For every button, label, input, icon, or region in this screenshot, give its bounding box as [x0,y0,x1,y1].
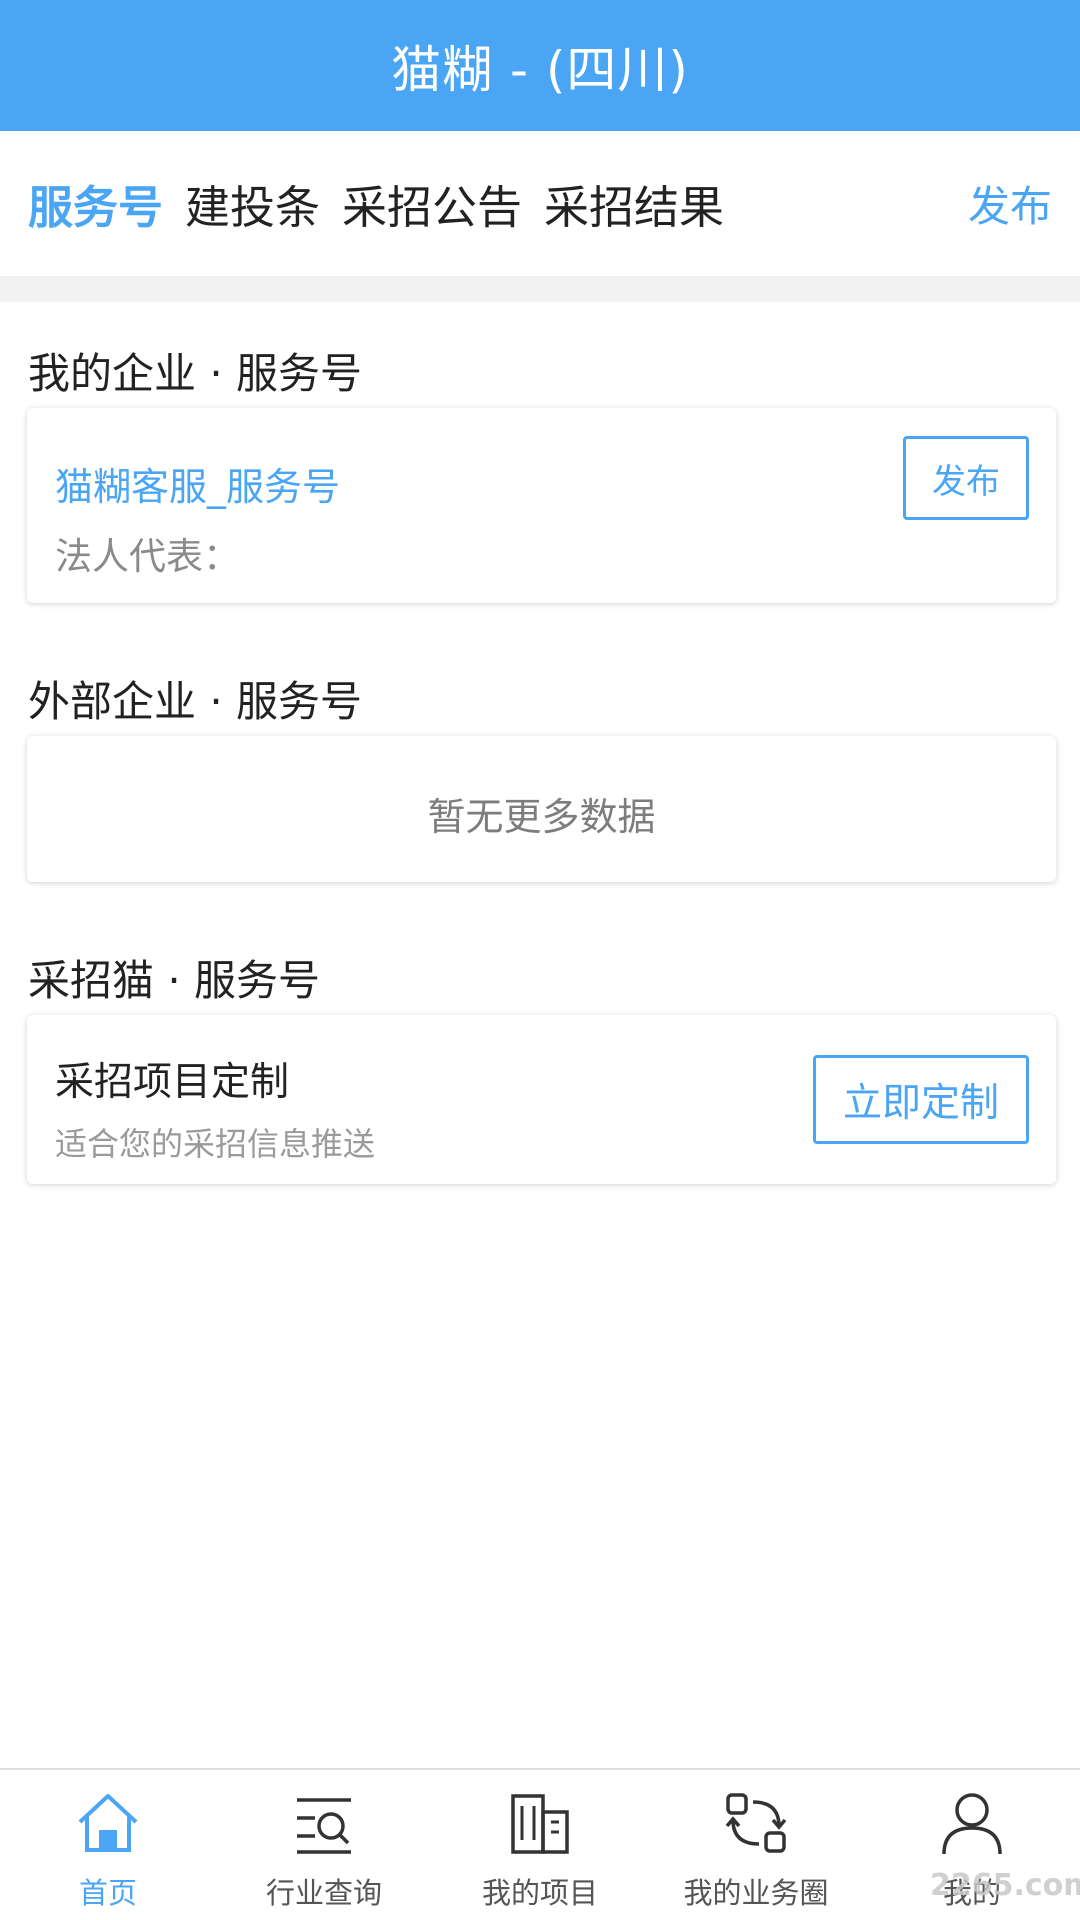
publish-link[interactable]: 发布 [968,173,1052,234]
caizhaomao-section-title: 采招猫 · 服务号 [28,956,321,1005]
app-header: 猫糊 - (四川) [0,0,1080,131]
nav-home-label: 首页 [78,1876,137,1910]
external-company-card: 暂无更多数据 [27,736,1056,882]
watermark: 2265.com [930,1868,1080,1903]
customize-now-button[interactable]: 立即定制 [813,1055,1029,1144]
tab-service-account[interactable]: 服务号 [28,171,163,236]
bottom-navigation: 首页 行业查询 我的项目 我的业务圈 我的 [0,1768,1080,1920]
custom-procurement-card[interactable]: 采招项目定制 适合您的采招信息推送 立即定制 [27,1015,1056,1184]
building-icon [511,1794,569,1854]
page-title: 猫糊 - (四川) [391,40,689,99]
category-tabbar: 服务号 建投条 采招公告 采招结果 发布 [0,131,1080,276]
nav-my-projects[interactable]: 我的项目 [432,1770,648,1920]
nav-home[interactable]: 首页 [0,1770,216,1920]
company-name[interactable]: 猫糊客服_服务号 [55,456,340,511]
home-icon [78,1794,138,1852]
external-company-section-title: 外部企业 · 服务号 [28,677,363,726]
tab-procurement-notice[interactable]: 采招公告 [342,171,522,236]
custom-procurement-title: 采招项目定制 [55,1060,290,1105]
nav-industry-search[interactable]: 行业查询 [216,1770,432,1920]
nav-industry-search-label: 行业查询 [265,1876,382,1910]
empty-data-text: 暂无更多数据 [427,795,656,839]
my-company-card[interactable]: 猫糊客服_服务号 法人代表： 发布 [27,408,1056,603]
nav-my-projects-label: 我的项目 [481,1876,598,1910]
company-publish-button[interactable]: 发布 [903,436,1029,520]
search-list-icon [297,1798,351,1854]
tab-jiantou[interactable]: 建投条 [185,171,320,236]
section-divider [0,276,1080,302]
nav-business-circle[interactable]: 我的业务圈 [648,1770,864,1920]
custom-procurement-subtitle: 适合您的采招信息推送 [55,1125,376,1163]
nav-business-circle-label: 我的业务圈 [683,1876,829,1910]
tab-procurement-result[interactable]: 采招结果 [544,171,724,236]
exchange-icon [725,1793,787,1853]
legal-representative: 法人代表： [55,535,240,578]
user-icon [942,1793,1002,1855]
my-company-section-title: 我的企业 · 服务号 [28,349,363,398]
